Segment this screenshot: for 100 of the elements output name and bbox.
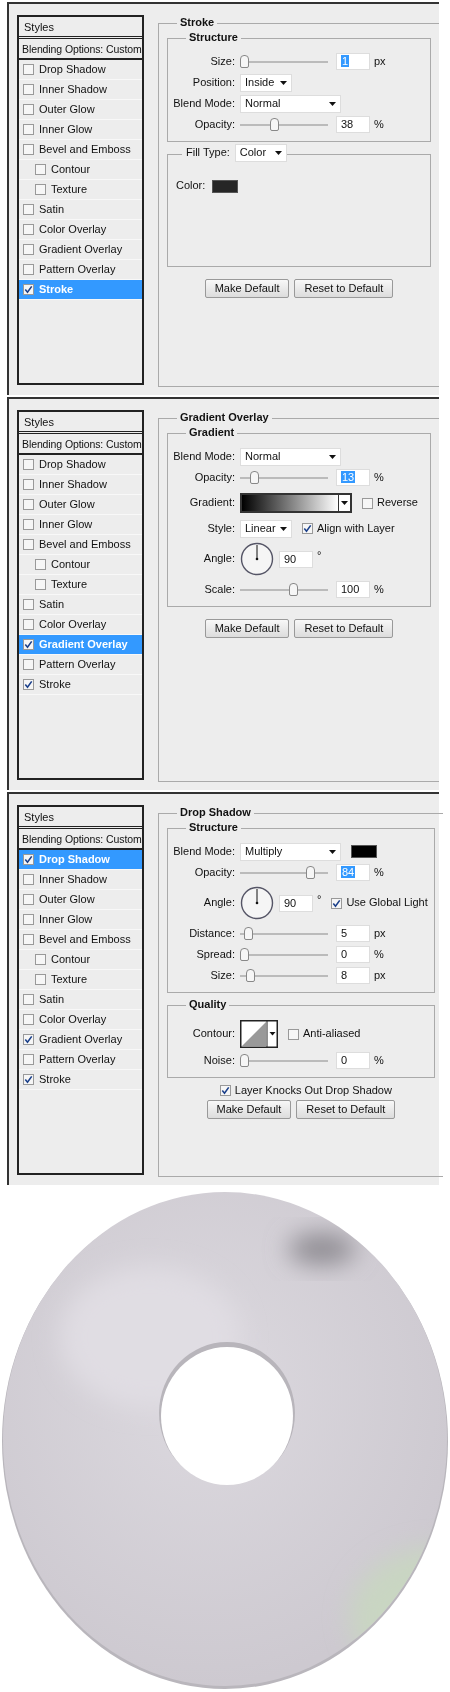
effect-item[interactable]: Color Overlay xyxy=(19,220,142,240)
blending-options-item[interactable]: Blending Options: Custom xyxy=(19,434,142,455)
checkbox[interactable] xyxy=(362,497,373,509)
checkbox[interactable] xyxy=(331,897,343,909)
action-button[interactable]: Reset to Default xyxy=(296,1100,396,1120)
effect-item[interactable]: Contour xyxy=(19,950,142,970)
color-swatch[interactable] xyxy=(212,179,239,193)
effect-item[interactable]: Outer Glow xyxy=(19,890,142,910)
checkbox[interactable] xyxy=(23,639,34,650)
action-button[interactable]: Reset to Default xyxy=(294,279,394,299)
dropdown[interactable]: Normal xyxy=(240,447,341,466)
checkbox[interactable] xyxy=(23,264,34,275)
input-field[interactable]: 100 xyxy=(336,581,370,598)
effect-item[interactable]: Inner Glow xyxy=(19,120,142,140)
checkbox[interactable] xyxy=(35,579,46,590)
effect-item[interactable]: Pattern Overlay xyxy=(19,655,142,675)
input-field[interactable]: 0 xyxy=(336,946,370,963)
angle-dial[interactable] xyxy=(240,542,274,576)
action-button[interactable]: Make Default xyxy=(206,1100,292,1120)
effect-item[interactable]: Bevel and Emboss xyxy=(19,535,142,555)
checkbox[interactable] xyxy=(23,64,34,75)
checkbox[interactable] xyxy=(23,619,34,630)
effect-item[interactable]: Outer Glow xyxy=(19,100,142,120)
dropdown[interactable]: Color xyxy=(234,144,287,162)
action-button[interactable]: Make Default xyxy=(204,279,290,299)
input-field[interactable]: 0 xyxy=(336,1052,370,1069)
input-field[interactable]: 8 xyxy=(336,967,370,984)
slider-thumb[interactable] xyxy=(240,1053,249,1067)
checkbox[interactable] xyxy=(23,659,34,670)
checkbox[interactable] xyxy=(23,519,34,530)
checkbox[interactable] xyxy=(23,104,34,115)
color-swatch[interactable] xyxy=(351,845,377,858)
slider-thumb[interactable] xyxy=(250,470,260,484)
blending-options-item[interactable]: Blending Options: Custom xyxy=(19,39,142,60)
checkbox[interactable] xyxy=(23,284,34,295)
checkbox[interactable] xyxy=(23,1054,34,1065)
effect-item[interactable]: Color Overlay xyxy=(19,1010,142,1030)
checkbox[interactable] xyxy=(288,1028,299,1040)
checkbox[interactable] xyxy=(23,539,34,550)
effect-item[interactable]: Stroke xyxy=(19,675,142,695)
effect-item[interactable]: Pattern Overlay xyxy=(19,1050,142,1070)
checkbox-label[interactable]: Anti-aliased xyxy=(303,1027,361,1041)
checkbox[interactable] xyxy=(23,894,34,905)
checkbox[interactable] xyxy=(23,1034,34,1045)
checkbox-label[interactable]: Use Global Light xyxy=(346,896,428,910)
slider-thumb[interactable] xyxy=(243,926,253,940)
effect-item[interactable]: Texture xyxy=(19,575,142,595)
slider-thumb[interactable] xyxy=(288,582,298,596)
slider-thumb[interactable] xyxy=(270,117,279,131)
dropdown[interactable]: Normal xyxy=(240,94,341,113)
slider-thumb[interactable] xyxy=(246,968,256,982)
effect-item[interactable]: Satin xyxy=(19,595,142,615)
action-button[interactable]: Reset to Default xyxy=(294,619,394,639)
effect-item[interactable]: Outer Glow xyxy=(19,495,142,515)
checkbox[interactable] xyxy=(35,559,46,570)
checkbox[interactable] xyxy=(23,124,34,135)
effect-item[interactable]: Inner Glow xyxy=(19,515,142,535)
checkbox[interactable] xyxy=(35,164,46,175)
input-field[interactable]: 38 xyxy=(336,116,370,133)
effect-item[interactable]: Bevel and Emboss xyxy=(19,930,142,950)
effect-item[interactable]: Texture xyxy=(19,970,142,990)
checkbox[interactable] xyxy=(23,224,34,235)
effect-item[interactable]: Inner Glow xyxy=(19,910,142,930)
dropdown[interactable]: Multiply xyxy=(240,842,341,861)
checkbox[interactable] xyxy=(23,204,34,215)
checkbox[interactable] xyxy=(35,184,46,195)
input-field[interactable]: 90 xyxy=(279,894,313,912)
slider-thumb[interactable] xyxy=(240,947,249,961)
checkbox[interactable] xyxy=(23,479,34,490)
checkbox[interactable] xyxy=(219,1085,231,1097)
checkbox[interactable] xyxy=(23,914,34,925)
effect-item[interactable]: Drop Shadow xyxy=(19,60,142,80)
checkbox-label[interactable]: Align with Layer xyxy=(317,521,395,536)
effect-item[interactable]: Inner Shadow xyxy=(19,80,142,100)
dropdown[interactable]: Inside xyxy=(240,73,292,92)
effect-item[interactable]: Drop Shadow xyxy=(19,455,142,475)
gradient-picker[interactable] xyxy=(240,493,352,513)
slider-thumb[interactable] xyxy=(240,54,249,68)
slider-thumb[interactable] xyxy=(306,865,316,879)
angle-dial[interactable] xyxy=(240,886,274,920)
checkbox[interactable] xyxy=(23,84,34,95)
checkbox[interactable] xyxy=(23,854,34,865)
checkbox-label[interactable]: Layer Knocks Out Drop Shadow xyxy=(234,1084,392,1098)
effect-item[interactable]: Contour xyxy=(19,160,142,180)
input-field[interactable]: 90 xyxy=(279,550,313,568)
checkbox[interactable] xyxy=(23,459,34,470)
checkbox[interactable] xyxy=(23,499,34,510)
effect-item[interactable]: Satin xyxy=(19,200,142,220)
action-button[interactable]: Make Default xyxy=(204,619,290,639)
effect-item[interactable]: Gradient Overlay xyxy=(19,1030,142,1050)
effect-item[interactable]: Stroke xyxy=(19,1070,142,1090)
effect-item[interactable]: Inner Shadow xyxy=(19,870,142,890)
checkbox-label[interactable]: Reverse xyxy=(377,496,418,510)
effect-item[interactable]: Satin xyxy=(19,990,142,1010)
checkbox[interactable] xyxy=(302,523,313,534)
contour-picker[interactable] xyxy=(240,1020,278,1048)
effect-item[interactable]: Contour xyxy=(19,555,142,575)
checkbox[interactable] xyxy=(23,874,34,885)
checkbox[interactable] xyxy=(35,954,46,965)
checkbox[interactable] xyxy=(23,599,34,610)
